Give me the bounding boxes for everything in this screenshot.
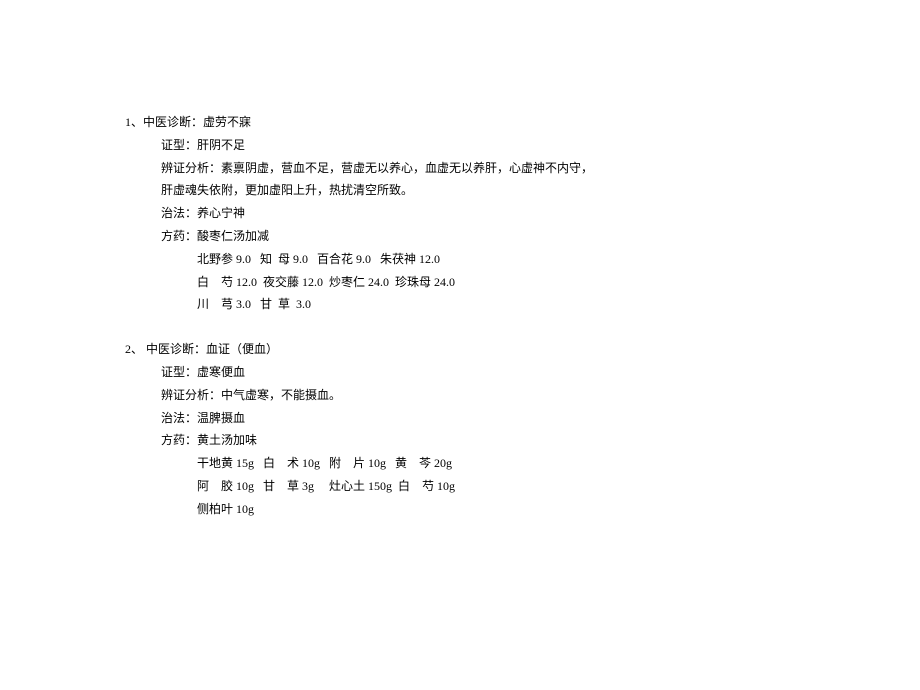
herb-line: 侧柏叶 10g (125, 498, 920, 521)
prescription-value: 酸枣仁汤加减 (197, 229, 269, 243)
diagnosis-value: 血证（便血） (206, 342, 278, 356)
analysis-line: 辨证分析：中气虚寒，不能摄血。 (125, 384, 920, 407)
pattern-value: 虚寒便血 (197, 365, 245, 379)
herb-line: 干地黄 15g 白 术 10g 附 片 10g 黄 芩 20g (125, 452, 920, 475)
diagnosis-label: 中医诊断： (143, 115, 203, 129)
case-1: 1、中医诊断：虚劳不寐 证型：肝阴不足 辨证分析：素禀阴虚，营血不足，营虚无以养… (125, 111, 920, 316)
method-label: 治法： (161, 411, 197, 425)
diagnosis-value: 虚劳不寐 (203, 115, 251, 129)
pattern-label: 证型： (161, 365, 197, 379)
method-line: 治法：温脾摄血 (125, 407, 920, 430)
diagnosis-label: 中医诊断： (143, 342, 206, 356)
prescription-value: 黄土汤加味 (197, 433, 257, 447)
method-value: 养心宁神 (197, 206, 245, 220)
prescription-label: 方药： (161, 229, 197, 243)
diagnosis-line: 2、 中医诊断：血证（便血） (125, 338, 920, 361)
herb-line: 白 芍 12.0 夜交藤 12.0 炒枣仁 24.0 珍珠母 24.0 (125, 271, 920, 294)
method-label: 治法： (161, 206, 197, 220)
analysis-value: 素禀阴虚，营血不足，营虚无以养心，血虚无以养肝，心虚神不内守， (221, 161, 593, 175)
pattern-line: 证型：肝阴不足 (125, 134, 920, 157)
pattern-label: 证型： (161, 138, 197, 152)
case-number: 1、 (125, 115, 143, 129)
pattern-value: 肝阴不足 (197, 138, 245, 152)
analysis-line: 辨证分析：素禀阴虚，营血不足，营虚无以养心，血虚无以养肝，心虚神不内守， (125, 157, 920, 180)
herb-line: 北野参 9.0 知 母 9.0 百合花 9.0 朱茯神 12.0 (125, 248, 920, 271)
method-line: 治法：养心宁神 (125, 202, 920, 225)
prescription-line: 方药：黄土汤加味 (125, 429, 920, 452)
diagnosis-line: 1、中医诊断：虚劳不寐 (125, 111, 920, 134)
analysis-label: 辨证分析： (161, 161, 221, 175)
case-2: 2、 中医诊断：血证（便血） 证型：虚寒便血 辨证分析：中气虚寒，不能摄血。 治… (125, 338, 920, 520)
pattern-line: 证型：虚寒便血 (125, 361, 920, 384)
herb-line: 川 芎 3.0 甘 草 3.0 (125, 293, 920, 316)
analysis-continuation: 肝虚魂失依附，更加虚阳上升，热扰清空所致。 (125, 179, 920, 202)
prescription-line: 方药：酸枣仁汤加减 (125, 225, 920, 248)
case-number: 2、 (125, 342, 143, 356)
method-value: 温脾摄血 (197, 411, 245, 425)
herb-line: 阿 胶 10g 甘 草 3g 灶心土 150g 白 芍 10g (125, 475, 920, 498)
prescription-label: 方药： (161, 433, 197, 447)
analysis-value: 中气虚寒，不能摄血。 (221, 388, 341, 402)
analysis-label: 辨证分析： (161, 388, 221, 402)
